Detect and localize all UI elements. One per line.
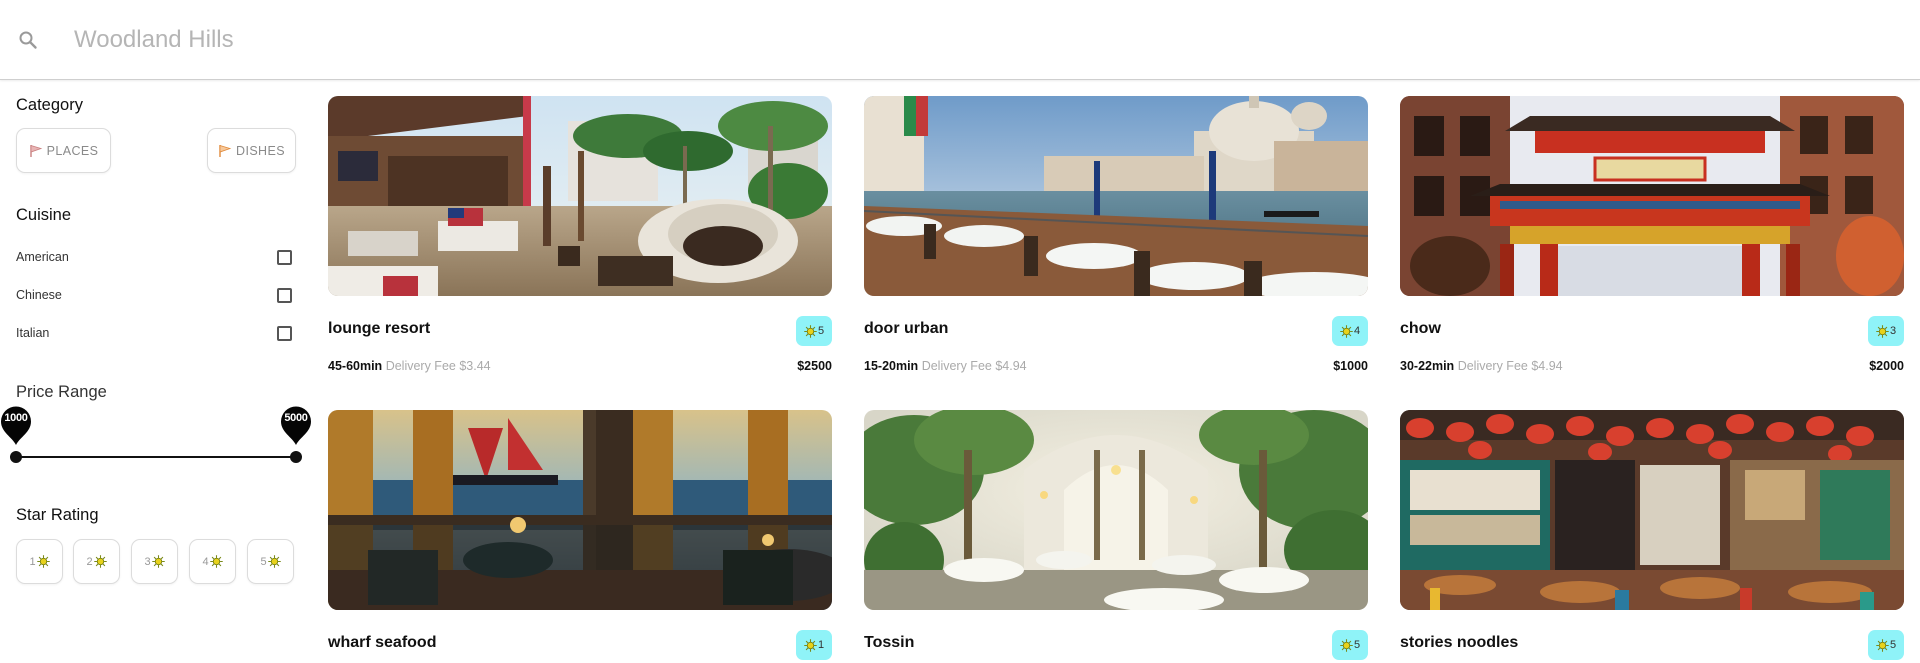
slider-min-knob[interactable] [10, 451, 22, 463]
restaurant-image [1400, 96, 1904, 296]
rating-value: 4 [1353, 325, 1361, 337]
delivery-info: 45-60min Delivery Fee $3.44 [328, 359, 491, 373]
price-min-pin[interactable]: 1000 [0, 406, 32, 446]
sun-star-icon [37, 555, 50, 568]
cuisine-option-american: American [16, 246, 296, 268]
rating-value: 3 [1889, 325, 1897, 337]
restaurant-name: lounge resort [328, 320, 431, 337]
dishes-label: DISHES [236, 143, 285, 158]
rating-badge: 5 [1332, 630, 1368, 660]
price-max-pin[interactable]: 5000 [280, 406, 312, 446]
sun-star-icon [1876, 639, 1889, 652]
star-rating-label: 1 [29, 555, 36, 568]
restaurant-name: stories noodles [1400, 634, 1519, 651]
rating-badge: 5 [796, 316, 832, 346]
price-min-value: 1000 [4, 412, 28, 424]
sun-star-icon [210, 555, 223, 568]
restaurant-image [864, 410, 1368, 610]
sun-star-icon [152, 555, 165, 568]
search-bar [0, 0, 1920, 80]
american-checkbox[interactable] [277, 249, 292, 265]
star-rating-label: 5 [260, 555, 267, 568]
category-title: Category [16, 96, 83, 114]
filter-sidebar: Category PLACES DISHES Cuisine American … [1, 80, 311, 663]
restaurant-image [328, 96, 832, 296]
sun-star-icon [268, 555, 281, 568]
cuisine-label: Chinese [16, 288, 62, 302]
rating-value: 5 [817, 325, 825, 337]
rating-badge: 1 [796, 630, 832, 660]
places-label: PLACES [46, 143, 99, 158]
search-icon[interactable] [18, 30, 38, 50]
star-rating-2-button[interactable]: 2 [73, 539, 120, 584]
price: $2000 [1869, 359, 1904, 373]
delivery-time: 45-60min [328, 359, 383, 373]
places-button[interactable]: PLACES [16, 128, 111, 173]
restaurant-name: chow [1400, 320, 1441, 337]
restaurant-image [328, 410, 832, 610]
sun-star-icon [1876, 325, 1889, 338]
restaurant-image [864, 96, 1368, 296]
rating-value: 1 [817, 639, 825, 651]
cuisine-option-italian: Italian [16, 322, 296, 344]
delivery-time: 30-22min [1400, 359, 1455, 373]
delivery-fee: Delivery Fee $4.94 [1457, 359, 1563, 373]
cuisine-label: Italian [16, 326, 50, 340]
star-rating-label: 3 [144, 555, 151, 568]
restaurant-name: wharf seafood [328, 634, 437, 651]
cuisine-label: American [16, 250, 69, 264]
rating-badge: 3 [1868, 316, 1904, 346]
star-rating-1-button[interactable]: 1 [16, 539, 63, 584]
sun-star-icon [1340, 325, 1353, 338]
slider-track [16, 456, 296, 458]
delivery-fee: Delivery Fee $3.44 [385, 359, 491, 373]
star-rating-label: 2 [86, 555, 93, 568]
star-rating-4-button[interactable]: 4 [189, 539, 236, 584]
italian-checkbox[interactable] [277, 325, 292, 341]
cuisine-title: Cuisine [16, 206, 72, 224]
price: $1000 [1333, 359, 1368, 373]
rating-value: 5 [1889, 639, 1897, 651]
delivery-info: 15-20min Delivery Fee $4.94 [864, 359, 1027, 373]
restaurant-name: door urban [864, 320, 949, 337]
sun-star-icon [804, 325, 817, 338]
search-input[interactable] [74, 20, 874, 60]
delivery-time: 15-20min [864, 359, 919, 373]
star-rating-label: 4 [202, 555, 209, 568]
restaurant-image [1400, 410, 1904, 610]
dishes-button[interactable]: DISHES [207, 128, 296, 173]
restaurant-name: Tossin [864, 634, 915, 651]
price-range-title: Price Range [16, 383, 107, 401]
chinese-checkbox[interactable] [277, 287, 292, 303]
delivery-fee: Delivery Fee $4.94 [921, 359, 1027, 373]
rating-value: 5 [1353, 639, 1361, 651]
flag-icon [29, 144, 42, 157]
cuisine-option-chinese: Chinese [16, 284, 296, 306]
rating-badge: 4 [1332, 316, 1368, 346]
delivery-info: 30-22min Delivery Fee $4.94 [1400, 359, 1563, 373]
sun-star-icon [1340, 639, 1353, 652]
price: $2500 [797, 359, 832, 373]
star-rating-title: Star Rating [16, 506, 99, 524]
slider-max-knob[interactable] [290, 451, 302, 463]
sun-star-icon [804, 639, 817, 652]
star-rating-3-button[interactable]: 3 [131, 539, 178, 584]
star-rating-5-button[interactable]: 5 [247, 539, 294, 584]
sun-star-icon [94, 555, 107, 568]
dish-flag-icon [219, 144, 232, 157]
rating-badge: 5 [1868, 630, 1904, 660]
price-max-value: 5000 [284, 412, 308, 424]
